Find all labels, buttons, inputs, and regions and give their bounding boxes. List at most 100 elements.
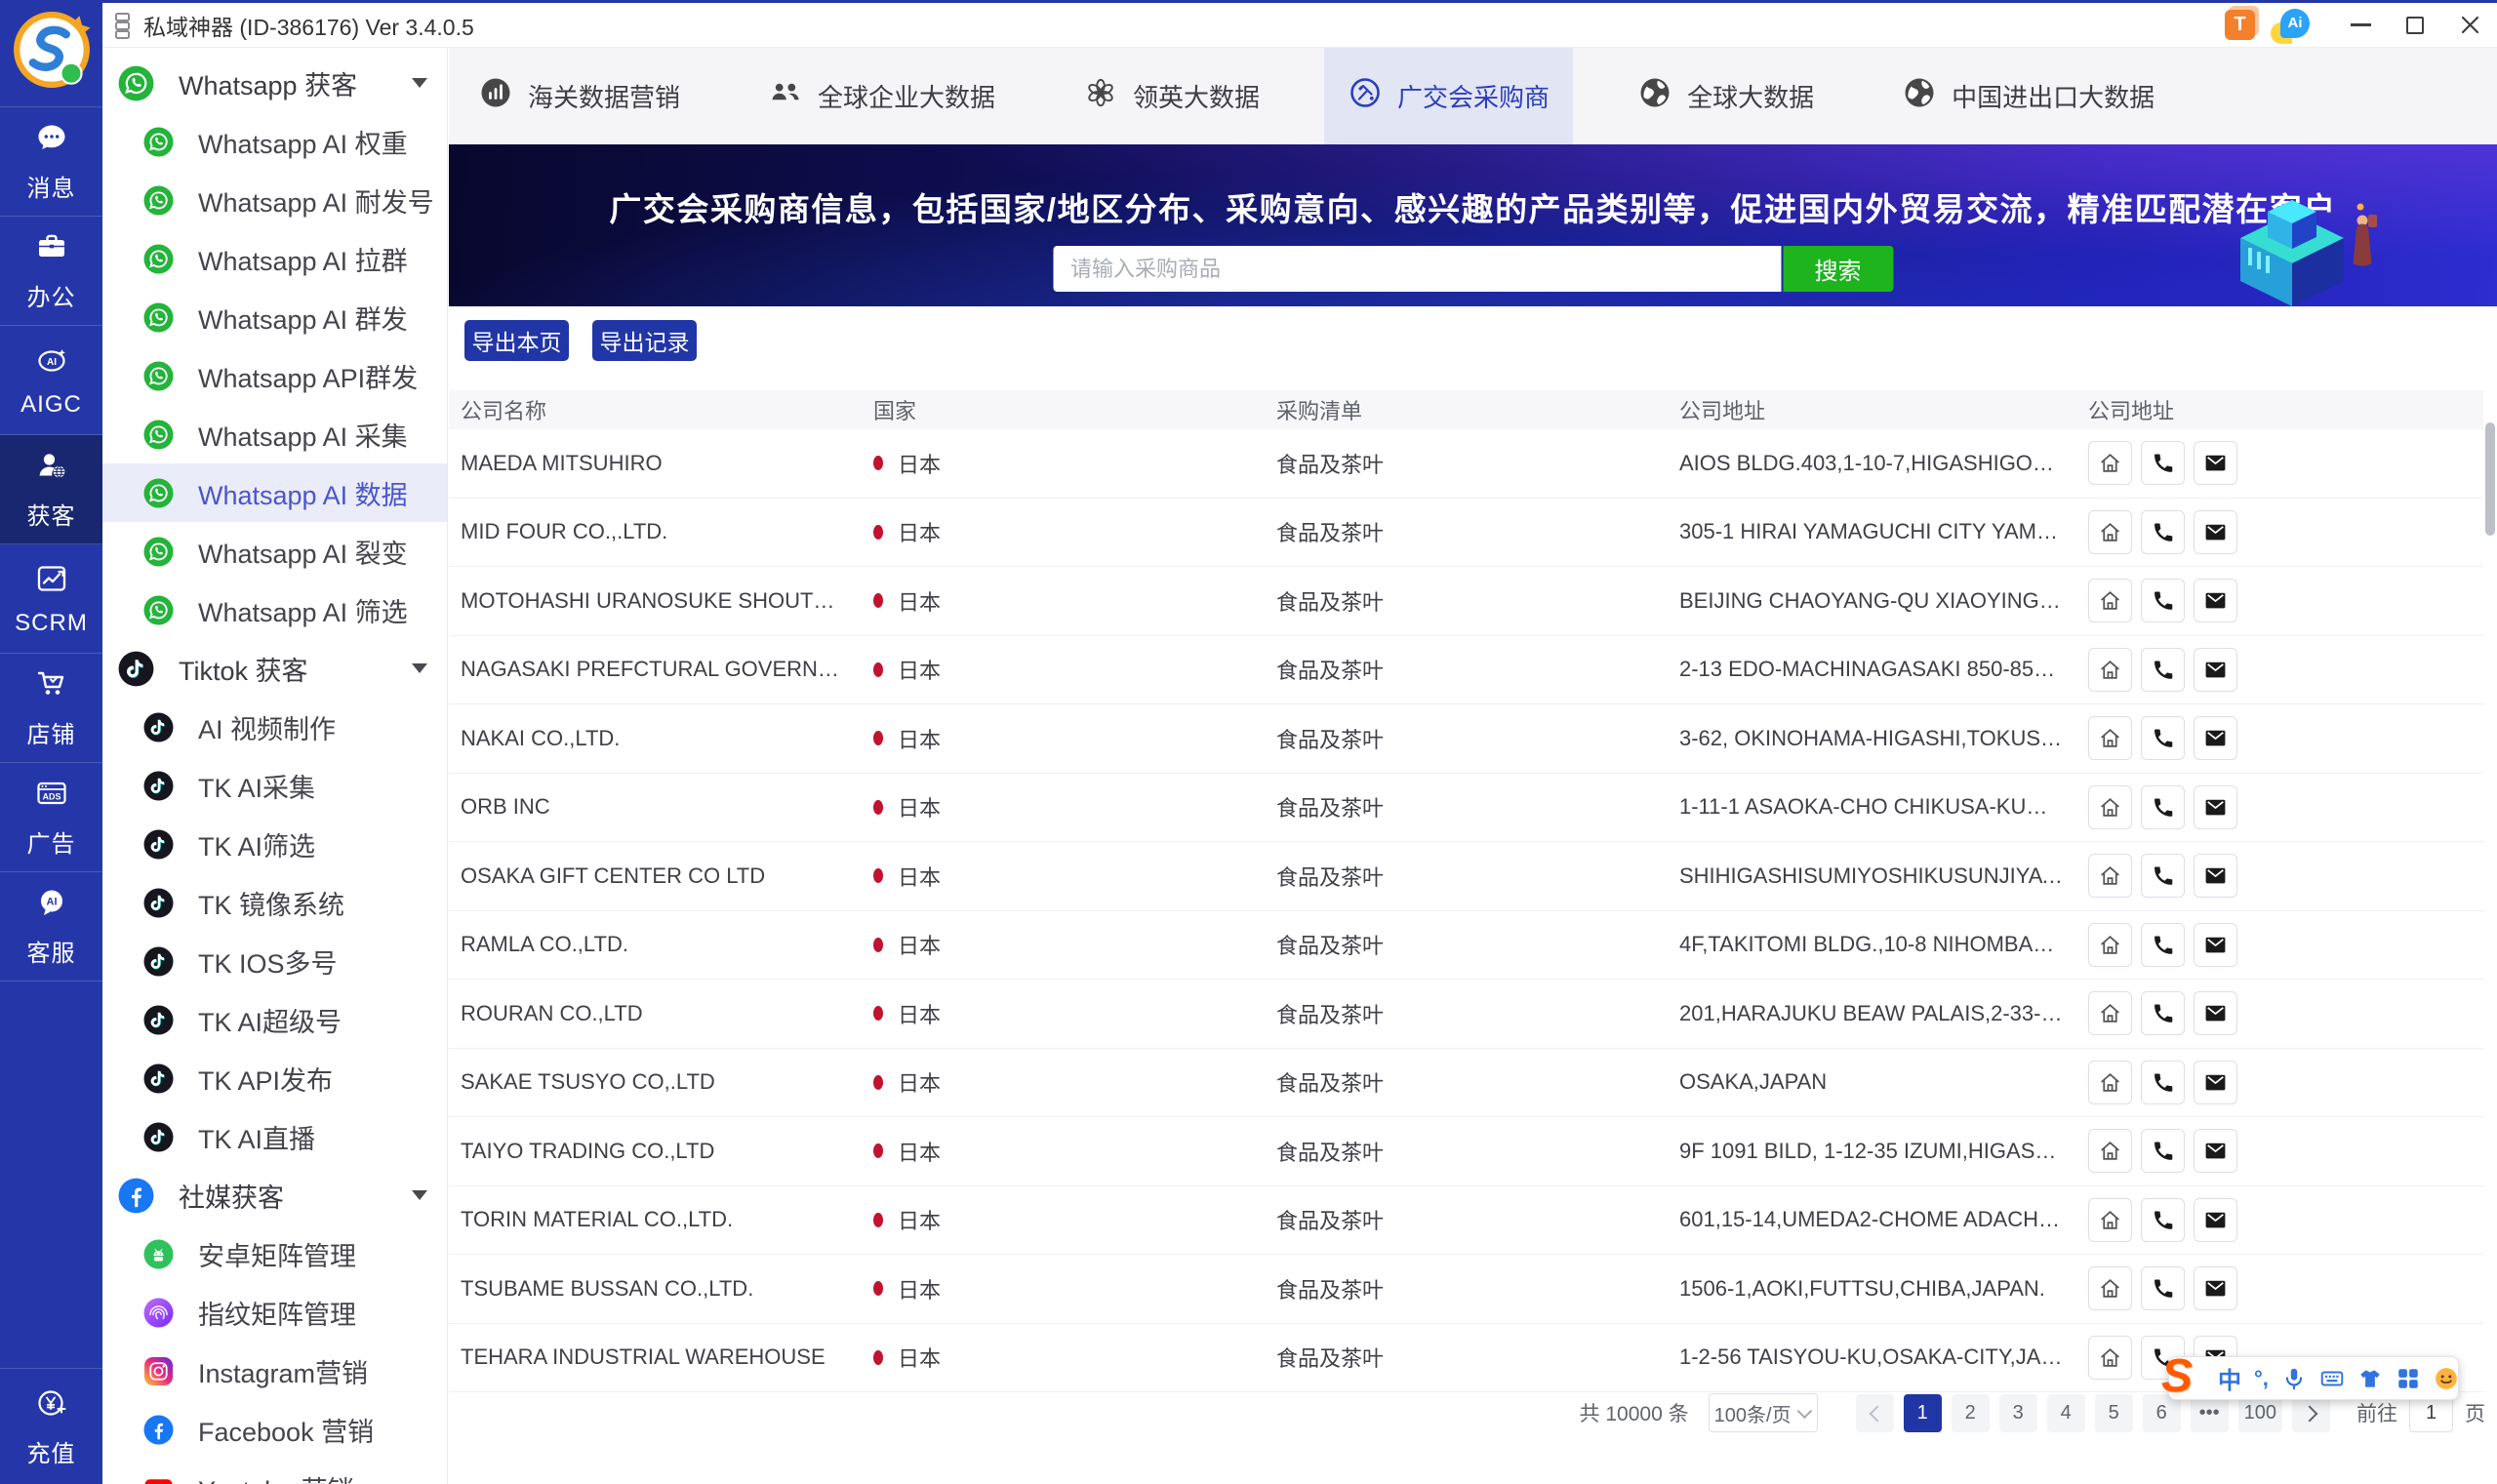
sidebar-item[interactable]: Whatsapp AI 数据: [102, 463, 447, 522]
sidebar-item[interactable]: Whatsapp AI 裂变: [102, 522, 447, 581]
phone-button[interactable]: [2141, 716, 2185, 760]
maximize-button[interactable]: [2388, 3, 2442, 48]
mail-button[interactable]: [2194, 1061, 2237, 1104]
phone-button[interactable]: [2141, 1198, 2185, 1242]
sidebar-item[interactable]: TK AI采集: [102, 756, 447, 815]
rail-item-office[interactable]: 办公: [0, 217, 102, 326]
mail-button[interactable]: [2194, 441, 2237, 485]
rail-item-aigc[interactable]: AI AIGC: [0, 326, 102, 435]
home-button[interactable]: [2088, 1198, 2132, 1242]
sidebar-item[interactable]: Whatsapp AI 拉群: [102, 229, 447, 288]
home-button[interactable]: [2088, 648, 2132, 692]
minimize-button[interactable]: [2333, 3, 2388, 48]
sidebar-item[interactable]: TK AI筛选: [102, 815, 447, 873]
home-button[interactable]: [2088, 1266, 2132, 1310]
home-button[interactable]: [2088, 441, 2132, 485]
collapse-caret-icon[interactable]: [412, 78, 427, 88]
sogou-logo-icon[interactable]: S: [2161, 1349, 2193, 1403]
close-button[interactable]: [2442, 3, 2497, 48]
phone-button[interactable]: [2141, 1129, 2185, 1173]
home-button[interactable]: [2088, 716, 2132, 760]
sidebar-item[interactable]: Youtube 营销: [102, 1459, 447, 1484]
phone-button[interactable]: [2141, 1266, 2185, 1310]
translate-icon[interactable]: T: [2225, 10, 2255, 40]
search-button[interactable]: 搜索: [1783, 246, 1893, 292]
page-button[interactable]: 1: [1904, 1394, 1942, 1432]
microphone-icon[interactable]: [2281, 1366, 2307, 1391]
tab-global-bigdata[interactable]: 全球大数据: [1614, 48, 1837, 144]
mail-button[interactable]: [2194, 579, 2237, 622]
keyboard-icon[interactable]: [2319, 1366, 2345, 1391]
mail-button[interactable]: [2194, 716, 2237, 760]
mail-button[interactable]: [2194, 923, 2237, 967]
ime-punctuation-icon[interactable]: °,: [2254, 1366, 2269, 1391]
rail-item-support[interactable]: AI 客服: [0, 872, 102, 982]
sidebar-item[interactable]: 安卓矩阵管理: [102, 1224, 447, 1283]
home-button[interactable]: [2088, 854, 2132, 898]
page-button[interactable]: 2: [1952, 1394, 1990, 1432]
sidebar-item[interactable]: Whatsapp AI 权重: [102, 112, 447, 171]
sidebar-item[interactable]: TK AI直播: [102, 1107, 447, 1166]
home-button[interactable]: [2088, 1061, 2132, 1104]
page-button[interactable]: 4: [2047, 1394, 2085, 1432]
search-input[interactable]: [1053, 246, 1781, 292]
tab-linkedin-data[interactable]: 领英大数据: [1060, 48, 1283, 144]
home-button[interactable]: [2088, 579, 2132, 622]
export-page-button[interactable]: 导出本页: [464, 320, 569, 361]
sidebar-item[interactable]: Whatsapp AI 耐发号: [102, 171, 447, 229]
vertical-scrollbar-thumb[interactable]: [2485, 422, 2495, 536]
home-button[interactable]: [2088, 991, 2132, 1035]
sidebar-item[interactable]: Whatsapp AI 采集: [102, 405, 447, 463]
sidebar-item[interactable]: Tiktok 获客: [102, 639, 447, 698]
mail-button[interactable]: [2194, 648, 2237, 692]
rail-item-shop[interactable]: 店铺: [0, 654, 102, 763]
sidebar-item[interactable]: Whatsapp API群发: [102, 346, 447, 405]
phone-button[interactable]: [2141, 923, 2185, 967]
mail-button[interactable]: [2194, 854, 2237, 898]
mail-button[interactable]: [2194, 510, 2237, 554]
ai-assistant-icon[interactable]: Ai: [2276, 9, 2310, 42]
sidebar-item[interactable]: Facebook 营销: [102, 1400, 447, 1459]
home-button[interactable]: [2088, 785, 2132, 829]
page-button[interactable]: 3: [1999, 1394, 2037, 1432]
phone-button[interactable]: [2141, 854, 2185, 898]
sidebar-item[interactable]: Whatsapp AI 群发: [102, 288, 447, 346]
home-button[interactable]: [2088, 510, 2132, 554]
collapse-caret-icon[interactable]: [412, 1190, 427, 1200]
home-button[interactable]: [2088, 923, 2132, 967]
sidebar-item[interactable]: 社媒获客: [102, 1166, 447, 1224]
phone-button[interactable]: [2141, 648, 2185, 692]
phone-button[interactable]: [2141, 441, 2185, 485]
mail-button[interactable]: [2194, 1129, 2237, 1173]
rail-item-leads[interactable]: 获客: [0, 435, 102, 544]
sidebar-item[interactable]: Whatsapp 获客: [102, 54, 447, 112]
home-button[interactable]: [2088, 1129, 2132, 1173]
sidebar-item[interactable]: Instagram营销: [102, 1342, 447, 1400]
tab-global-enterprise[interactable]: 全球企业大数据: [745, 48, 1019, 144]
sidebar-item[interactable]: TK AI超级号: [102, 990, 447, 1049]
sidebar-item[interactable]: 指纹矩阵管理: [102, 1283, 447, 1342]
tab-china-import-export[interactable]: 中国进出口大数据: [1878, 48, 2178, 144]
prev-page-button[interactable]: [1856, 1394, 1894, 1432]
tab-canton-fair-buyers[interactable]: 广交会采购商: [1324, 48, 1573, 144]
sidebar-item[interactable]: AI 视频制作: [102, 698, 447, 756]
ime-language-mode[interactable]: 中: [2218, 1361, 2241, 1395]
mail-button[interactable]: [2194, 991, 2237, 1035]
collapse-caret-icon[interactable]: [412, 663, 427, 673]
rail-item-messages[interactable]: 消息: [0, 107, 102, 217]
rail-item-scrm[interactable]: SCRM: [0, 544, 102, 654]
export-records-button[interactable]: 导出记录: [592, 320, 697, 361]
phone-button[interactable]: [2141, 991, 2185, 1035]
sidebar-item[interactable]: Whatsapp AI 筛选: [102, 581, 447, 639]
rail-item-ads[interactable]: ADS 广告: [0, 763, 102, 872]
toolbox-grid-icon[interactable]: [2396, 1366, 2421, 1391]
sidebar-item[interactable]: TK API发布: [102, 1049, 447, 1107]
rail-item-recharge[interactable]: 充值: [0, 1369, 102, 1484]
skin-shirt-icon[interactable]: [2357, 1366, 2383, 1391]
phone-button[interactable]: [2141, 1061, 2185, 1104]
page-button[interactable]: 5: [2095, 1394, 2133, 1432]
emoji-icon[interactable]: [2434, 1366, 2459, 1391]
phone-button[interactable]: [2141, 579, 2185, 622]
sidebar-item[interactable]: TK 镜像系统: [102, 873, 447, 932]
sidebar-item[interactable]: TK IOS多号: [102, 932, 447, 990]
